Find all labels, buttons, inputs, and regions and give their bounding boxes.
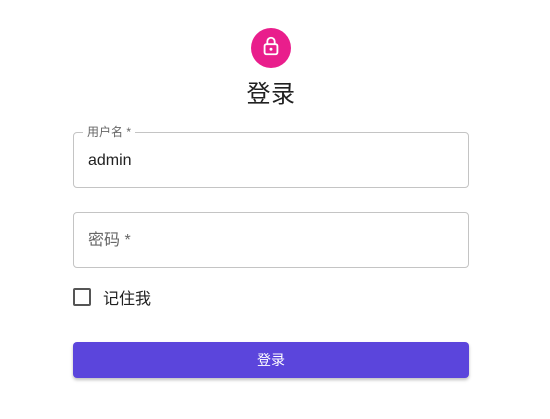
- password-placeholder: 密码 *: [88, 232, 131, 249]
- remember-label: 记住我: [103, 291, 152, 308]
- login-button[interactable]: 登录: [73, 342, 469, 378]
- username-label: 用户名 *: [83, 125, 136, 139]
- username-value[interactable]: admin: [88, 151, 132, 171]
- remember-me[interactable]: 记住我: [73, 286, 151, 308]
- password-field[interactable]: 密码 *: [73, 212, 469, 268]
- page-title: 登录: [246, 81, 296, 108]
- username-field[interactable]: 用户名 * admin: [73, 125, 469, 188]
- lock-avatar: [251, 28, 291, 68]
- lock-icon: [260, 35, 282, 62]
- login-page: 登录 用户名 * admin 密码 * 记住我 登录: [0, 0, 550, 419]
- remember-checkbox[interactable]: [73, 288, 91, 306]
